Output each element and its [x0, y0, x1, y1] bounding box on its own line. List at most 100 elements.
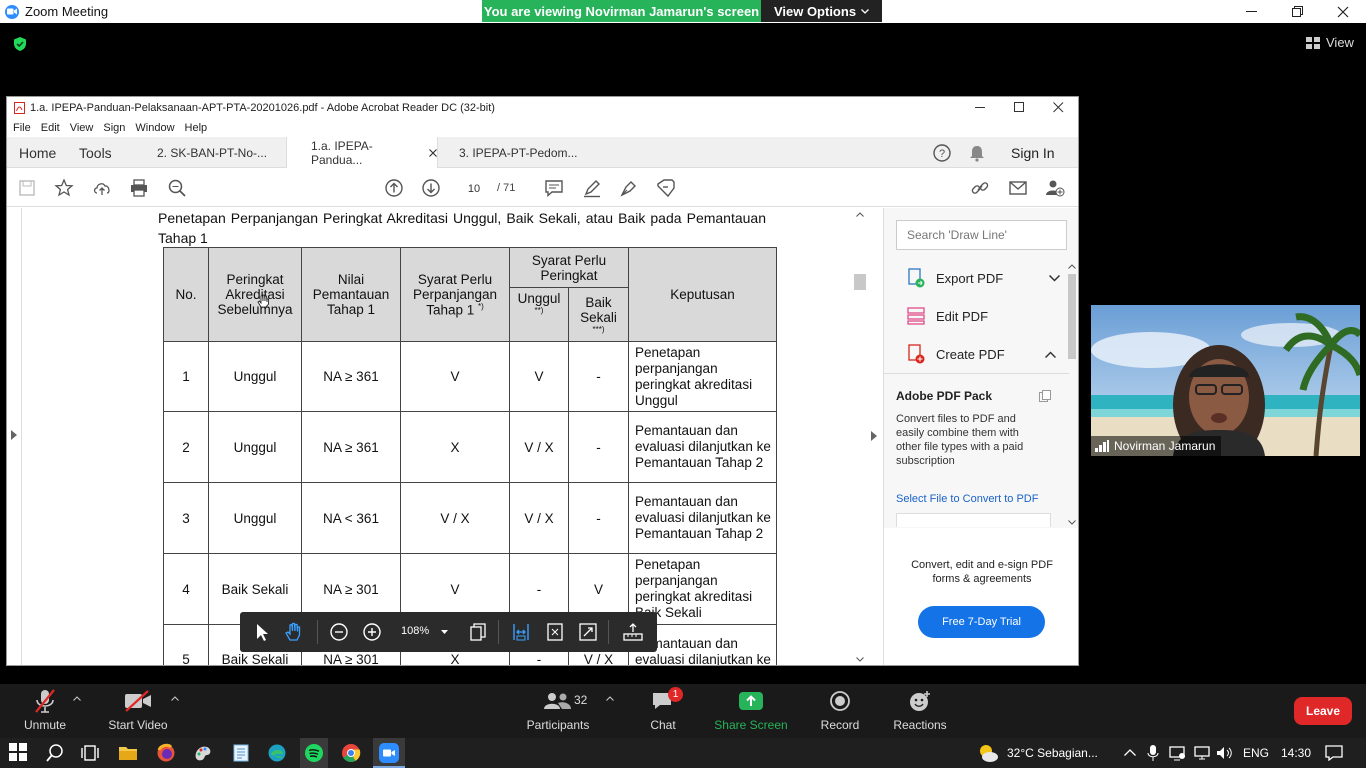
- sign-pen-icon[interactable]: [619, 178, 639, 198]
- weather-icon[interactable]: [977, 743, 999, 763]
- export-pdf-item[interactable]: Export PDF: [906, 268, 1061, 288]
- task-view-icon[interactable]: [80, 743, 100, 763]
- encryption-shield-icon[interactable]: [12, 36, 28, 52]
- paint-icon[interactable]: [193, 743, 213, 763]
- participants-chevron-icon[interactable]: [606, 696, 614, 701]
- input-language[interactable]: ENG: [1243, 738, 1269, 768]
- fill-sign-icon[interactable]: [656, 178, 676, 198]
- tab-tools[interactable]: Tools: [79, 137, 112, 168]
- tab-document-2[interactable]: 2. SK-BAN-PT-No-...: [157, 137, 267, 168]
- start-video-button[interactable]: Start Video: [108, 684, 168, 732]
- zoom-level[interactable]: 108%: [401, 625, 429, 637]
- acrobat-maximize-button[interactable]: [1014, 102, 1025, 113]
- print-icon[interactable]: [129, 178, 149, 198]
- left-pane-toggle-icon[interactable]: [11, 430, 17, 440]
- email-icon[interactable]: [1008, 178, 1028, 198]
- audio-options-chevron-icon[interactable]: [73, 696, 81, 701]
- tools-search-input[interactable]: Search 'Draw Line': [896, 220, 1067, 250]
- panel-scroll-thumb[interactable]: [1068, 274, 1076, 359]
- leave-button[interactable]: Leave: [1294, 697, 1352, 725]
- fit-width-icon[interactable]: [511, 622, 531, 642]
- add-person-icon[interactable]: [1045, 178, 1065, 198]
- menu-window[interactable]: Window: [135, 122, 174, 134]
- fit-page-icon[interactable]: [545, 622, 565, 642]
- help-icon[interactable]: ?: [933, 144, 951, 162]
- select-file-link[interactable]: Select File to Convert to PDF: [896, 492, 1038, 506]
- upload-cloud-icon[interactable]: [92, 178, 112, 198]
- volume-icon[interactable]: [1216, 746, 1234, 760]
- restore-button[interactable]: [1274, 0, 1320, 23]
- free-trial-button[interactable]: Free 7-Day Trial: [918, 606, 1045, 638]
- menu-file[interactable]: File: [13, 122, 31, 134]
- participants-button[interactable]: Participants: [526, 684, 590, 732]
- reactions-button[interactable]: Reactions: [893, 684, 947, 732]
- previous-page-icon[interactable]: [384, 178, 404, 198]
- scroll-up-icon[interactable]: [856, 212, 864, 217]
- view-button[interactable]: View: [1306, 35, 1354, 50]
- view-options-button[interactable]: View Options: [761, 0, 882, 22]
- measure-icon[interactable]: [623, 622, 643, 642]
- edit-pdf-item[interactable]: Edit PDF: [906, 306, 988, 326]
- bookmark-star-icon[interactable]: [54, 178, 74, 198]
- minimize-button[interactable]: [1228, 0, 1274, 23]
- menu-edit[interactable]: Edit: [41, 122, 60, 134]
- video-options-chevron-icon[interactable]: [171, 696, 179, 701]
- next-page-icon[interactable]: [421, 178, 441, 198]
- comment-icon[interactable]: [544, 178, 564, 198]
- pdf-document-view[interactable]: Penetapan Perpanjangan Peringkat Akredit…: [7, 208, 883, 665]
- acrobat-minimize-button[interactable]: [975, 102, 986, 113]
- tray-expand-chevron-icon[interactable]: [1124, 749, 1136, 756]
- close-button[interactable]: [1320, 0, 1366, 23]
- zoom-dropdown-icon[interactable]: [441, 630, 448, 634]
- system-clock[interactable]: 14:30: [1281, 738, 1311, 768]
- tray-microphone-icon[interactable]: [1147, 745, 1159, 761]
- edge-icon[interactable]: [267, 743, 287, 763]
- weather-text[interactable]: 32°C Sebagian...: [1007, 738, 1098, 768]
- tray-screen-share-icon[interactable]: [1169, 745, 1186, 761]
- scroll-down-icon[interactable]: [1068, 520, 1076, 525]
- zoom-out-icon[interactable]: [329, 622, 349, 642]
- tab-document-3[interactable]: 3. IPEPA-PT-Pedom...: [459, 137, 578, 168]
- create-pdf-item[interactable]: Create PDF: [906, 344, 1056, 364]
- scroll-thumb[interactable]: [854, 274, 866, 290]
- search-icon[interactable]: [167, 178, 187, 198]
- sign-in-button[interactable]: Sign In: [1011, 137, 1055, 168]
- scroll-down-icon[interactable]: [856, 657, 864, 662]
- copy-icon[interactable]: [1039, 390, 1052, 402]
- zoom-in-icon[interactable]: [362, 622, 382, 642]
- menu-help[interactable]: Help: [185, 122, 208, 134]
- participant-video-tile[interactable]: Novirman Jamarun: [1091, 305, 1360, 456]
- record-button[interactable]: Record: [820, 684, 860, 732]
- hand-tool-icon[interactable]: [284, 622, 304, 642]
- unmute-button[interactable]: Unmute: [22, 684, 68, 732]
- search-icon[interactable]: [45, 743, 65, 763]
- page-number-input[interactable]: 10: [459, 178, 489, 198]
- tab-document-1a[interactable]: 1.a. IPEPA-Pandua...: [286, 137, 438, 168]
- share-screen-button[interactable]: Share Screen: [713, 684, 789, 732]
- notepad-icon[interactable]: [231, 743, 251, 763]
- notifications-bell-icon[interactable]: [969, 144, 985, 162]
- panel-scrollbar[interactable]: [1068, 264, 1077, 526]
- spotify-taskbar-button[interactable]: [300, 738, 328, 768]
- save-icon[interactable]: [17, 178, 37, 198]
- notification-center-icon[interactable]: [1325, 745, 1343, 761]
- menu-view[interactable]: View: [70, 122, 94, 134]
- highlight-pen-icon[interactable]: [582, 178, 602, 198]
- menu-sign[interactable]: Sign: [103, 122, 125, 134]
- full-screen-icon[interactable]: [578, 622, 598, 642]
- scroll-up-icon[interactable]: [1068, 264, 1076, 269]
- select-cursor-icon[interactable]: [252, 622, 272, 642]
- zoom-taskbar-button[interactable]: [373, 738, 405, 768]
- share-link-icon[interactable]: [970, 178, 990, 198]
- tab-home[interactable]: Home: [19, 137, 56, 168]
- firefox-icon[interactable]: [156, 743, 176, 763]
- network-icon[interactable]: [1193, 746, 1211, 760]
- right-pane-toggle-icon[interactable]: [871, 431, 877, 441]
- file-drop-box[interactable]: [896, 513, 1051, 527]
- close-tab-icon[interactable]: [429, 148, 437, 157]
- chrome-icon[interactable]: [341, 743, 361, 763]
- document-vertical-scrollbar[interactable]: [853, 208, 867, 665]
- file-explorer-icon[interactable]: [118, 743, 138, 763]
- page-display-icon[interactable]: [468, 622, 488, 642]
- windows-start-icon[interactable]: [9, 743, 29, 763]
